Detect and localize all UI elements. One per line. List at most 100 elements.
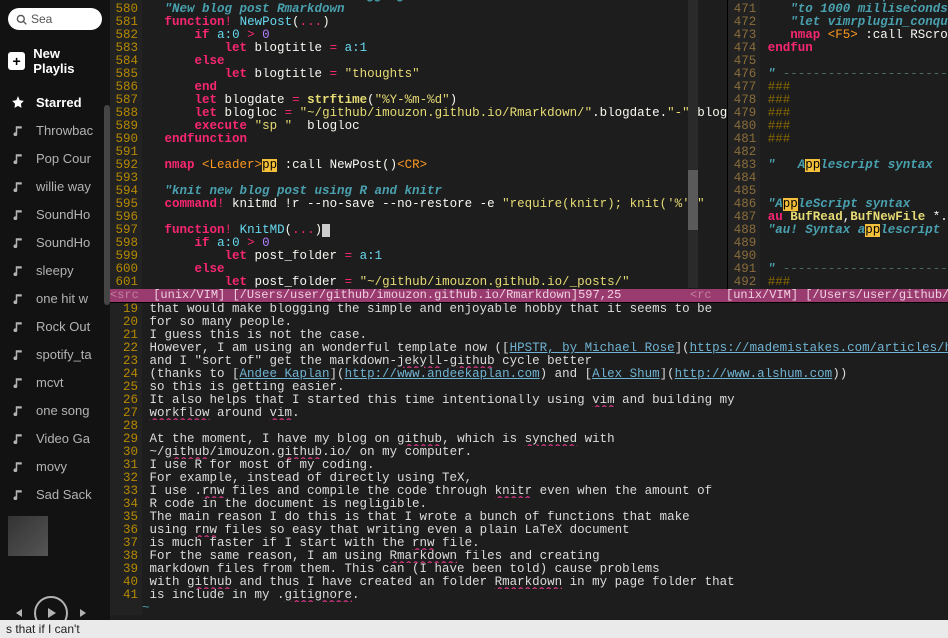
code-line[interactable]: 488 "au! Syntax applescript sourc: [728, 224, 948, 237]
code-line[interactable]: 472 "let vimrplugin_conquesleep: [728, 16, 948, 29]
code-line[interactable]: 479 ###: [728, 107, 948, 120]
code-line[interactable]: 25 so this is getting easier.: [110, 381, 948, 394]
playlist-item[interactable]: spotify_ta: [0, 340, 110, 368]
code-line[interactable]: 597 function! KnitMD(...): [110, 224, 727, 237]
playlist-item[interactable]: one hit w: [0, 284, 110, 312]
playlist-item[interactable]: Pop Cour: [0, 144, 110, 172]
code-line[interactable]: 32 For example, instead of directly usin…: [110, 472, 948, 485]
code-line[interactable]: 27 workflow around vim.: [110, 407, 948, 420]
code-line[interactable]: 33 I use .rnw files and compile the code…: [110, 485, 948, 498]
code-line[interactable]: 20 for so many people.: [110, 316, 948, 329]
vim-left-split[interactable]: 579 "---------------------- blogging ---…: [110, 0, 727, 289]
code-line[interactable]: 595 command! knitmd !r --no-save --no-re…: [110, 198, 727, 211]
code-line[interactable]: 485: [728, 185, 948, 198]
code-line[interactable]: 480 ###: [728, 120, 948, 133]
code-line[interactable]: 31 I use R for most of my coding.: [110, 459, 948, 472]
code-line[interactable]: 594 "knit new blog post using R and knit…: [110, 185, 727, 198]
code-line[interactable]: 23 and I "sort of" get the markdown-jeky…: [110, 355, 948, 368]
code-line[interactable]: 587 let blogdate = strftime("%Y-%m-%d"): [110, 94, 727, 107]
code-line[interactable]: 477 ###: [728, 81, 948, 94]
code-line[interactable]: 34 R code in the document is negligible.: [110, 498, 948, 511]
code-line[interactable]: 490: [728, 250, 948, 263]
playlist-label: Sad Sack: [36, 487, 92, 502]
code-line[interactable]: 491 " ------------------------: [728, 263, 948, 276]
star-icon: [10, 94, 26, 110]
code-line[interactable]: 21 I guess this is not the case.: [110, 329, 948, 342]
code-line[interactable]: 22 However, I am using an wonderful temp…: [110, 342, 948, 355]
code-line[interactable]: 596: [110, 211, 727, 224]
code-line[interactable]: 483 " Applescript syntax: [728, 159, 948, 172]
code-line[interactable]: 590 endfunction: [110, 133, 727, 146]
vim-bottom-split[interactable]: 19 that would make blogging the simple a…: [110, 302, 948, 630]
code-line[interactable]: 599 let post_folder = a:1: [110, 250, 727, 263]
code-line[interactable]: 24 (thanks to [Andee Kaplan](http://www.…: [110, 368, 948, 381]
code-line[interactable]: 41 is include in my .gitignore.: [110, 589, 948, 602]
code-line[interactable]: 580 "New blog post Rmarkdown: [110, 3, 727, 16]
playlist-item[interactable]: Throwbac: [0, 116, 110, 144]
code-line[interactable]: 482: [728, 146, 948, 159]
code-line[interactable]: 478 ###: [728, 94, 948, 107]
code-line[interactable]: 586 end: [110, 81, 727, 94]
code-line[interactable]: 489: [728, 237, 948, 250]
line-number: 41: [110, 589, 142, 602]
code-line[interactable]: 588 let blogloc = "~/github/imouzon.gith…: [110, 107, 727, 120]
vim-editor[interactable]: 579 "---------------------- blogging ---…: [110, 0, 948, 630]
playlist-label: SoundHo: [36, 207, 90, 222]
playlist-item[interactable]: movy: [0, 452, 110, 480]
playlist-item[interactable]: one song: [0, 396, 110, 424]
code-line[interactable]: 29 At the moment, I have my blog on gith…: [110, 433, 948, 446]
code-line[interactable]: 40 with github and thus I have created a…: [110, 576, 948, 589]
code-line[interactable]: 585 let blogtitle = "thoughts": [110, 68, 727, 81]
vim-scrollbar[interactable]: [688, 0, 698, 288]
code-line[interactable]: 582 if a:0 > 0: [110, 29, 727, 42]
code-line[interactable]: 36 using rnw files so easy that writing …: [110, 524, 948, 537]
playlist-item[interactable]: willie way: [0, 172, 110, 200]
code-line[interactable]: 471 "to 1000 milliseconds.: [728, 3, 948, 16]
code-line[interactable]: 584 else: [110, 55, 727, 68]
playlist-item[interactable]: SoundHo: [0, 200, 110, 228]
playlist-item[interactable]: SoundHo: [0, 228, 110, 256]
code-line[interactable]: 589 execute "sp " blogloc: [110, 120, 727, 133]
code-line[interactable]: 38 For the same reason, I am using Rmark…: [110, 550, 948, 563]
playlist-label: Pop Cour: [36, 151, 91, 166]
playlist-item[interactable]: Rock Out: [0, 312, 110, 340]
search-input[interactable]: Sea: [8, 8, 102, 30]
code-line[interactable]: 487 au BufRead,BufNewFile *.scrp,: [728, 211, 948, 224]
code-line[interactable]: 19 that would make blogging the simple a…: [110, 303, 948, 316]
code-line[interactable]: 593: [110, 172, 727, 185]
code-line[interactable]: 30 ~/github/imouzon.github.io/ on my com…: [110, 446, 948, 459]
code-line[interactable]: 486 "AppleScript syntax: [728, 198, 948, 211]
code-line[interactable]: 475: [728, 55, 948, 68]
code-line[interactable]: 39 markdown files from them. This can (I…: [110, 563, 948, 576]
code-line[interactable]: 591: [110, 146, 727, 159]
playlist-label: movy: [36, 459, 67, 474]
search-row: Sea: [0, 0, 110, 38]
playlist-item[interactable]: sleepy: [0, 256, 110, 284]
code-line[interactable]: 37 is much faster if I start with the rn…: [110, 537, 948, 550]
playlist-item[interactable]: Sad Sack: [0, 480, 110, 508]
code-line[interactable]: 476 " ------------------------: [728, 68, 948, 81]
playlist-item[interactable]: Starred: [0, 88, 110, 116]
vim-right-split[interactable]: 470 "The use of |ConqueTerm_Re471 "to 10…: [727, 0, 948, 289]
new-playlist-button[interactable]: + New Playlis: [0, 38, 110, 84]
scrollbar-thumb[interactable]: [688, 170, 698, 230]
code-line[interactable]: 592 nmap <Leader>pp :call NewPost()<CR>: [110, 159, 727, 172]
code-line[interactable]: 601 let post_folder = "~/github/imouzon.…: [110, 276, 727, 289]
playlist-item[interactable]: mcvt: [0, 368, 110, 396]
code-line[interactable]: 581 function! NewPost(...): [110, 16, 727, 29]
code-line[interactable]: 474 endfun: [728, 42, 948, 55]
code-line[interactable]: 28: [110, 420, 948, 433]
code-line[interactable]: 484: [728, 172, 948, 185]
code-line[interactable]: 26 It also helps that I started this tim…: [110, 394, 948, 407]
code-line[interactable]: 598 if a:0 > 0: [110, 237, 727, 250]
code-line[interactable]: 481 ###: [728, 133, 948, 146]
playlist-label: Throwbac: [36, 123, 93, 138]
now-playing-art[interactable]: [8, 516, 48, 556]
code-line[interactable]: 600 else: [110, 263, 727, 276]
playlist-item[interactable]: Video Ga: [0, 424, 110, 452]
music-note-icon: [10, 486, 26, 502]
code-line[interactable]: 35 The main reason I do this is that I w…: [110, 511, 948, 524]
code-line[interactable]: 492 ###: [728, 276, 948, 289]
code-line[interactable]: 473 nmap <F5> :call RScrollTer: [728, 29, 948, 42]
code-line[interactable]: 583 let blogtitle = a:1: [110, 42, 727, 55]
